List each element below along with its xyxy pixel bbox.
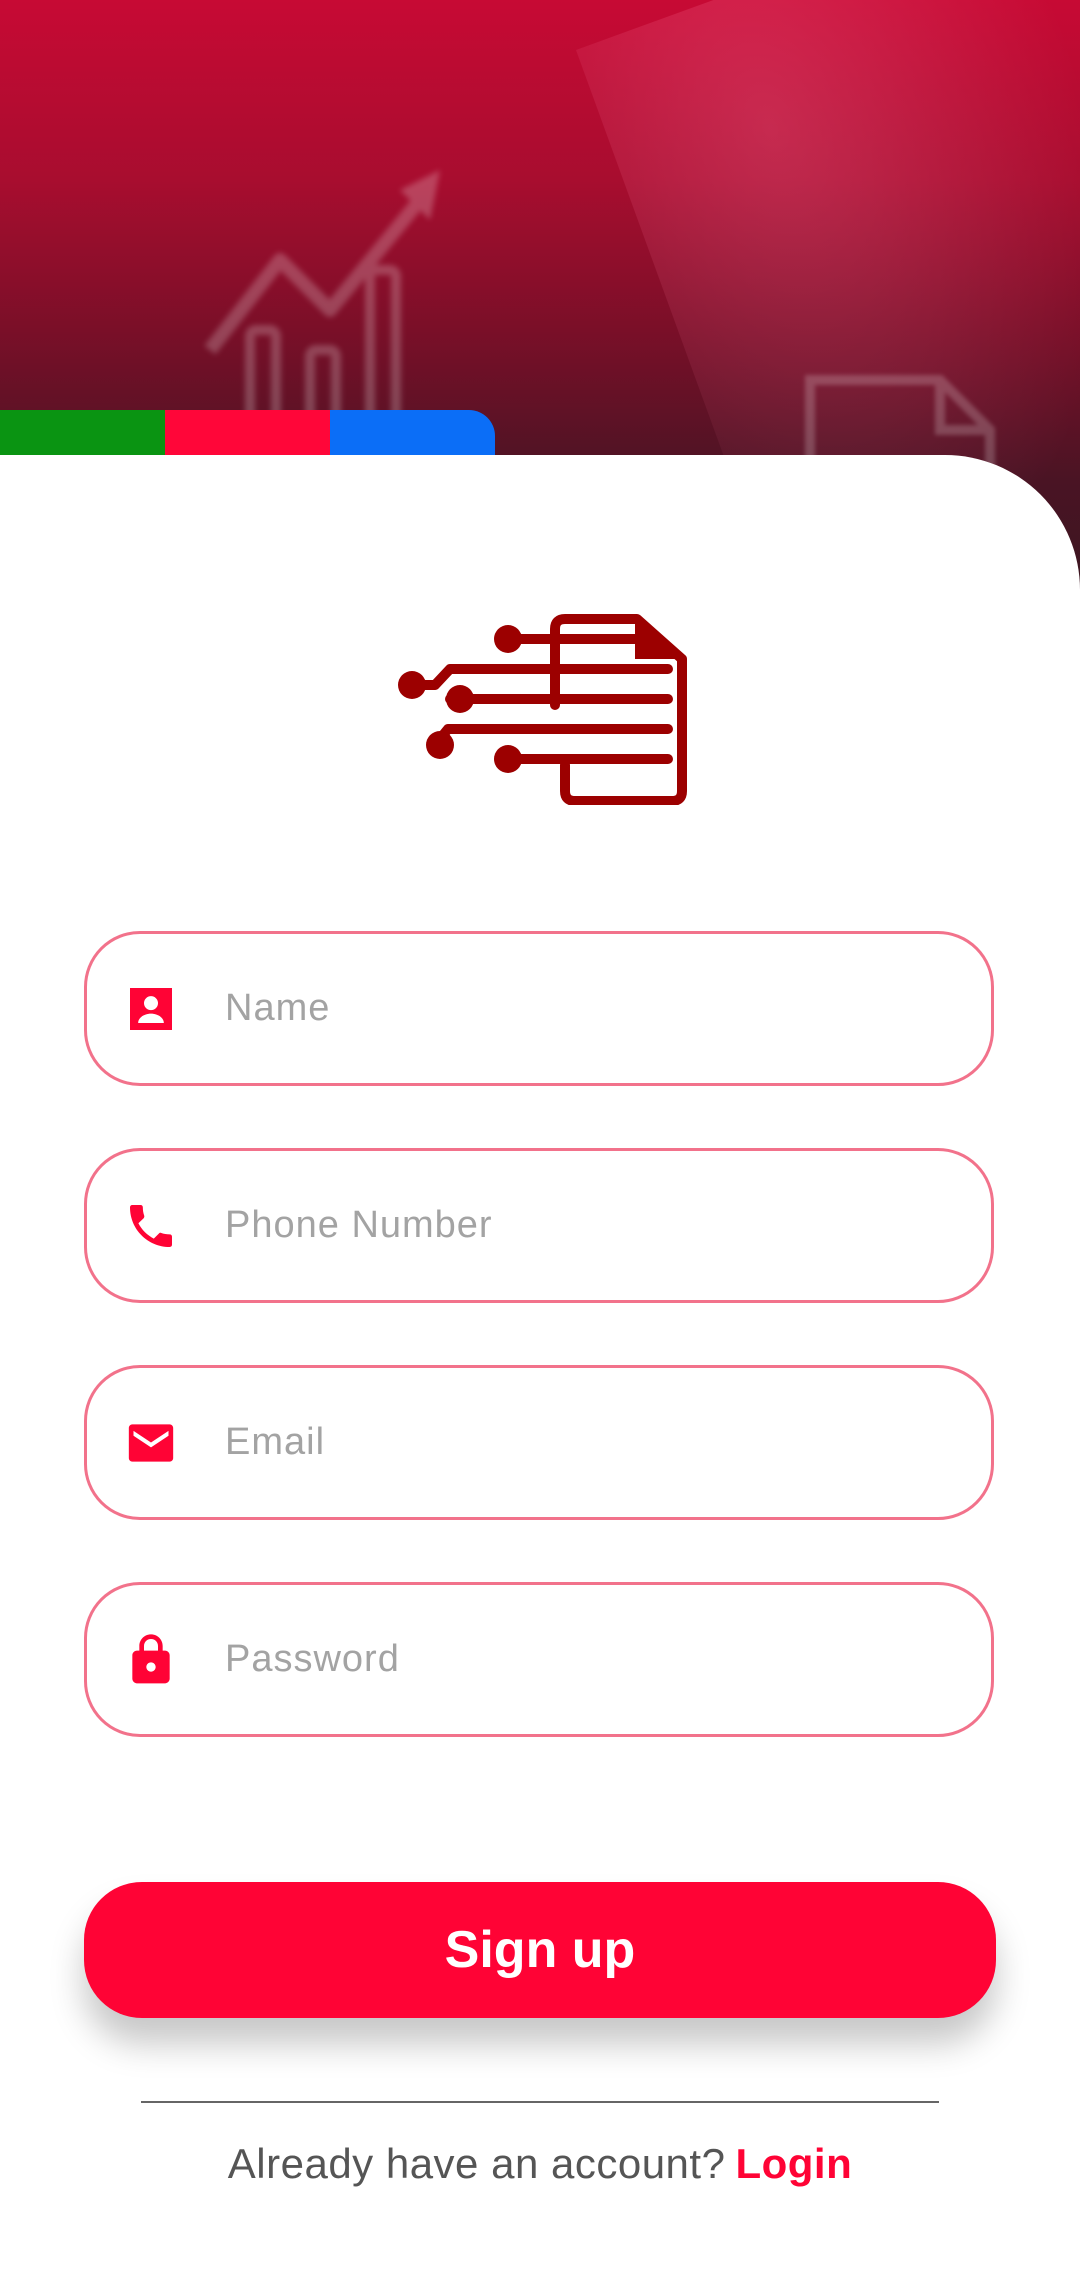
password-field[interactable]: [84, 1582, 994, 1737]
phone-input[interactable]: [225, 1195, 925, 1256]
email-field[interactable]: [84, 1365, 994, 1520]
signup-button[interactable]: Sign up: [84, 1882, 996, 2018]
email-input[interactable]: [225, 1412, 925, 1473]
phone-icon: [121, 1196, 181, 1256]
name-input[interactable]: [225, 978, 925, 1039]
signup-screen: Sign up Already have an account?Login: [0, 0, 1080, 2280]
divider: [141, 2101, 939, 2103]
mail-icon: [121, 1413, 181, 1473]
phone-field[interactable]: [84, 1148, 994, 1303]
lock-icon: [121, 1630, 181, 1690]
circuit-document-icon: [398, 614, 687, 805]
contact-card-icon: [121, 979, 181, 1039]
login-prompt: Already have an account? Login: [0, 2140, 1080, 2188]
login-prompt-text: Already have an account?: [227, 2140, 726, 2187]
name-field[interactable]: [84, 931, 994, 1086]
password-input[interactable]: [225, 1629, 925, 1690]
login-link[interactable]: Login: [735, 2140, 852, 2187]
growth-chart-icon: [204, 170, 440, 430]
